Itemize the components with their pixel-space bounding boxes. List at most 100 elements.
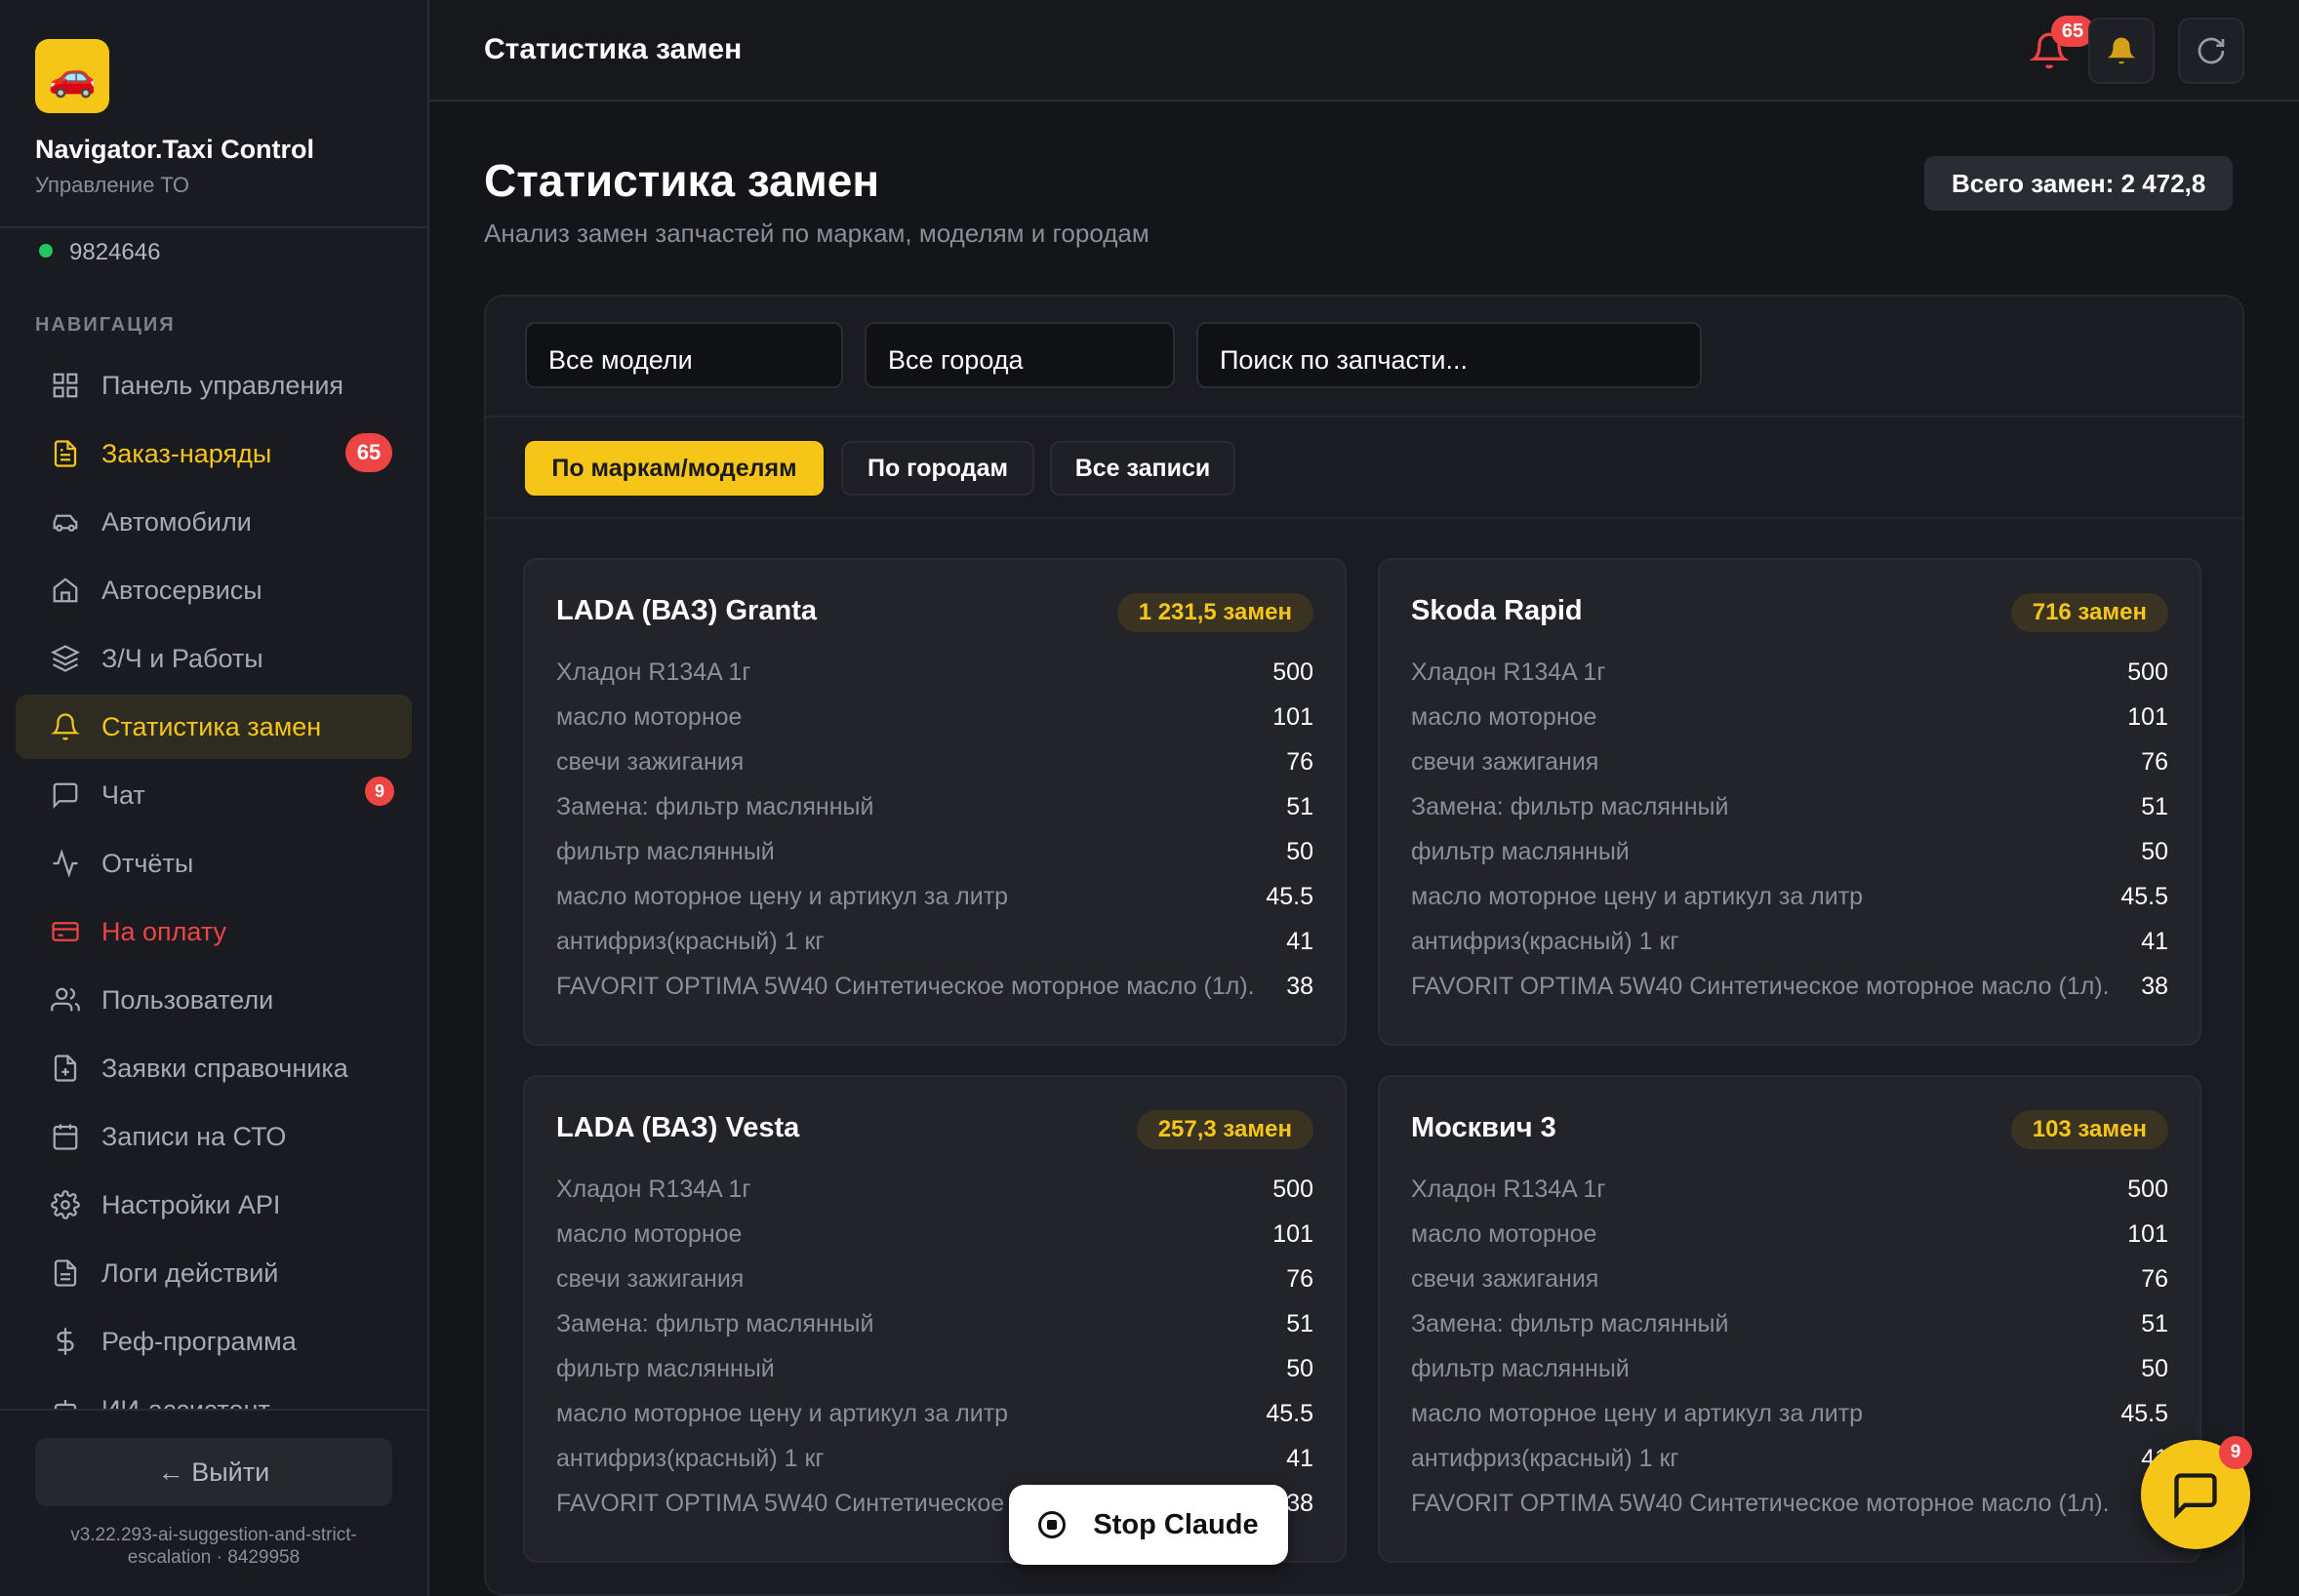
sidebar-item-label: Отчёты [101, 848, 194, 878]
part-name: фильтр маслянный [556, 837, 775, 865]
part-name: антифриз(красный) 1 кг [556, 1444, 825, 1472]
sidebar-item-label: Чат [101, 779, 145, 810]
city-select[interactable]: Все города [865, 322, 1175, 388]
replacements-count-badge: 1 231,5 замен [1116, 593, 1313, 632]
sidebar-item-api-settings[interactable]: Настройки API [16, 1173, 412, 1237]
part-row: масло моторное цену и артикул за литр 45.… [556, 874, 1313, 919]
sidebar-item-reports[interactable]: Отчёты [16, 831, 412, 896]
part-count: 51 [2141, 792, 2168, 820]
part-count: 50 [2141, 837, 2168, 865]
part-count: 101 [2127, 1219, 2168, 1248]
sidebar-item-work-orders[interactable]: Заказ-наряды 65 [16, 421, 412, 486]
sidebar: 🚗 Navigator.Taxi Control Управление ТО 9… [0, 0, 429, 1596]
tab-by-cities[interactable]: По городам [841, 441, 1034, 496]
model-select[interactable]: Все модели [525, 322, 843, 388]
part-count: 500 [1272, 658, 1313, 686]
chat-icon [53, 782, 78, 809]
part-row: свечи зажигания 76 [556, 739, 1313, 784]
gear-icon [51, 1190, 80, 1219]
sidebar-item-chat[interactable]: Чат 9 [16, 763, 412, 827]
divider [0, 226, 427, 228]
part-name: фильтр маслянный [1411, 1354, 1630, 1382]
part-name: Замена: фильтр маслянный [1411, 792, 1729, 820]
sidebar-item-ai-assistant[interactable]: ИИ-ассистент [16, 1377, 412, 1409]
sidebar-item-parts[interactable]: З/Ч и Работы [16, 626, 412, 691]
divider [486, 416, 2242, 418]
part-count: 41 [1286, 1444, 1313, 1472]
part-row: антифриз(красный) 1 кг 41 [556, 1436, 1313, 1481]
part-count: 500 [2127, 1175, 2168, 1203]
part-row: фильтр маслянный 50 [1411, 829, 2168, 874]
part-name: масло моторное цену и артикул за литр [1411, 1399, 1864, 1427]
sidebar-item-stats[interactable]: Статистика замен [16, 695, 412, 759]
logout-button[interactable]: ← Выйти [35, 1438, 392, 1506]
page-title: Статистика замен [484, 155, 880, 206]
part-row: Замена: фильтр маслянный 51 [1411, 1301, 2168, 1346]
part-count: 50 [1286, 1354, 1313, 1382]
bell-icon [51, 713, 80, 740]
part-row: фильтр маслянный 50 [1411, 1346, 2168, 1391]
top-bar: Статистика замен 65 [429, 0, 2299, 101]
part-row: масло моторное цену и артикул за литр 45.… [556, 1391, 1313, 1436]
part-count: 45.5 [1266, 1399, 1313, 1427]
part-row: масло моторное 101 [556, 695, 1313, 739]
model-card-title: LADA (ВАЗ) Granta [556, 595, 817, 626]
refresh-icon [2198, 37, 2225, 64]
model-card-title: LADA (ВАЗ) Vesta [556, 1112, 800, 1143]
sidebar-item-services[interactable]: Автосервисы [16, 558, 412, 622]
part-row: свечи зажигания 76 [556, 1257, 1313, 1301]
part-name: Хладон R134A 1г [1411, 1175, 1606, 1203]
sidebar-item-payment[interactable]: На оплату [16, 899, 412, 964]
alerts-button[interactable] [2088, 18, 2155, 84]
part-row: FAVORIT OPTIMA 5W40 Синтетическое моторн… [1411, 1481, 2168, 1526]
sidebar-item-label: Логи действий [101, 1257, 279, 1288]
sidebar-item-label: Автосервисы [101, 575, 262, 605]
layers-icon [51, 645, 80, 672]
sidebar-item-users[interactable]: Пользователи [16, 968, 412, 1032]
part-count: 51 [1286, 792, 1313, 820]
sidebar-item-label: З/Ч и Работы [101, 643, 263, 673]
part-count: 500 [1272, 1175, 1313, 1203]
sidebar-item-action-logs[interactable]: Логи действий [16, 1241, 412, 1305]
app-version: v3.22.293-ai-suggestion-and-strict-escal… [70, 1525, 357, 1568]
part-name: Хладон R134A 1г [1411, 658, 1606, 686]
sidebar-item-label: Реф-программа [101, 1326, 297, 1356]
part-row: антифриз(красный) 1 кг 41 [1411, 919, 2168, 964]
sidebar-item-appointments[interactable]: Записи на СТО [16, 1104, 412, 1169]
sidebar-scroll-clip: ИИ-ассистент [0, 1377, 427, 1409]
sidebar-item-dashboard[interactable]: Панель управления [16, 353, 412, 418]
app-subtitle: Управление ТО [35, 173, 189, 197]
chat-unread-badge: 9 [2219, 1436, 2252, 1469]
part-name: FAVORIT OPTIMA 5W40 Синтетическое моторн… [1411, 1489, 2110, 1517]
stop-claude-button[interactable]: Stop Claude [1009, 1485, 1288, 1565]
sidebar-item-label: Настройки API [101, 1189, 281, 1219]
users-icon [51, 987, 80, 1012]
tab-by-models[interactable]: По маркам/моделям [525, 441, 824, 496]
sidebar-item-cars[interactable]: Автомобили [16, 490, 412, 554]
part-row: FAVORIT OPTIMA 5W40 Синтетическое моторн… [556, 964, 1313, 1009]
sidebar-item-label: Пользователи [101, 984, 274, 1015]
refresh-button[interactable] [2178, 18, 2244, 84]
sidebar-item-directory-requests[interactable]: Заявки справочника [16, 1036, 412, 1100]
part-name: свечи зажигания [556, 747, 745, 776]
part-count: 101 [1272, 1219, 1313, 1248]
sidebar-item-referral[interactable]: Реф-программа [16, 1309, 412, 1374]
sidebar-item-label: Панель управления [101, 370, 344, 400]
file-plus-icon [54, 1055, 77, 1082]
model-card: LADA (ВАЗ) Granta 1 231,5 замен Хладон R… [523, 558, 1347, 1046]
part-name: масло моторное цену и артикул за литр [556, 1399, 1009, 1427]
activity-icon [53, 849, 78, 878]
part-name: Хладон R134A 1г [556, 1175, 751, 1203]
replacements-count-badge: 257,3 замен [1136, 1110, 1313, 1149]
total-replacements-badge: Всего замен: 2 472,8 [1924, 156, 2234, 211]
tab-all-records[interactable]: Все записи [1050, 441, 1235, 496]
parts-search-input[interactable]: Поиск по запчасти... [1196, 322, 1702, 388]
stop-icon [1038, 1511, 1067, 1538]
part-count: 76 [2141, 747, 2168, 776]
part-count: 41 [1286, 927, 1313, 955]
sidebar-item-label: Заказ-наряды [101, 438, 272, 468]
chat-icon [2174, 1473, 2217, 1519]
part-row: фильтр маслянный 50 [556, 1346, 1313, 1391]
part-count: 101 [1272, 702, 1313, 731]
part-row: Хладон R134A 1г 500 [556, 1167, 1313, 1212]
